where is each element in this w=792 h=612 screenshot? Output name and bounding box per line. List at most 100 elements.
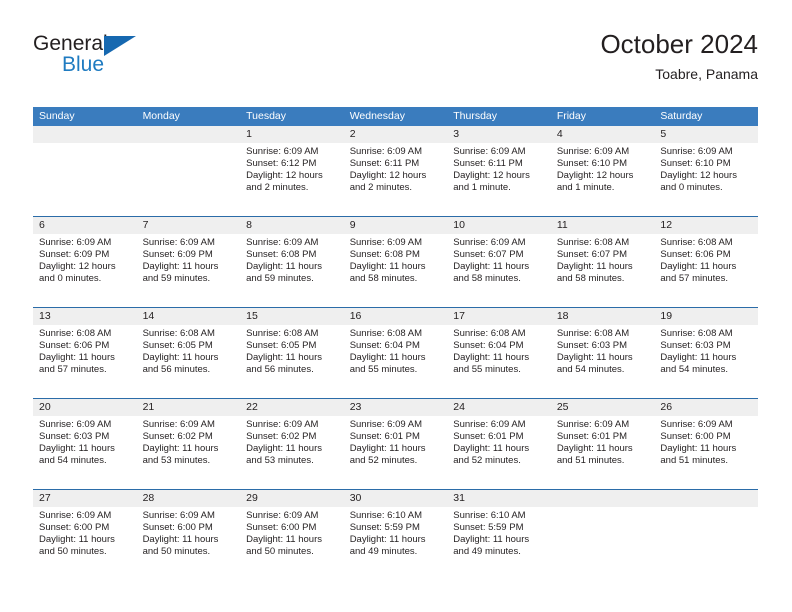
calendar-day-cell[interactable]: 20 Sunrise: 6:09 AM Sunset: 6:03 PM Dayligh… xyxy=(33,399,137,489)
day-detail-line: Sunset: 6:08 PM xyxy=(246,249,317,261)
day-detail-line: Sunset: 5:59 PM xyxy=(349,522,420,534)
day-detail-line: Sunrise: 6:09 AM xyxy=(246,146,319,157)
day-number: 31 xyxy=(447,490,551,507)
day-detail-line: Daylight: 12 hours xyxy=(39,261,116,273)
day-number: 28 xyxy=(136,490,241,507)
day-detail-line: Sunrise: 6:09 AM xyxy=(453,419,526,430)
day-number: 3 xyxy=(447,126,551,143)
day-number: 14 xyxy=(136,308,241,325)
day-number: 2 xyxy=(343,126,448,143)
day-detail-line: Sunrise: 6:09 AM xyxy=(142,237,215,248)
day-detail-line: Sunset: 6:05 PM xyxy=(246,340,317,352)
day-detail-line: Sunset: 6:09 PM xyxy=(39,249,110,261)
calendar-day-cell[interactable]: 12 Sunrise: 6:08 AM Sunset: 6:06 PM Dayligh… xyxy=(654,217,758,307)
day-detail-line: Daylight: 11 hours xyxy=(660,443,737,455)
calendar-day-cell[interactable]: 13 Sunrise: 6:08 AM Sunset: 6:06 PM Dayligh… xyxy=(33,308,137,398)
calendar-day-cell[interactable]: 3 Sunrise: 6:09 AM Sunset: 6:11 PM Daylight… xyxy=(447,126,551,216)
day-detail-line: Sunset: 6:00 PM xyxy=(246,522,317,534)
calendar-day-cell[interactable]: 10 Sunrise: 6:09 AM Sunset: 6:07 PM Dayligh… xyxy=(447,217,551,307)
day-detail-line: Sunset: 6:00 PM xyxy=(660,431,731,443)
calendar-day-cell[interactable]: 29 Sunrise: 6:09 AM Sunset: 6:00 PM Dayligh… xyxy=(240,490,344,580)
day-detail-line: Sunrise: 6:09 AM xyxy=(39,419,112,430)
day-detail-line: Sunrise: 6:09 AM xyxy=(142,419,215,430)
day-detail-line: Daylight: 11 hours xyxy=(660,352,737,364)
brand-logo[interactable]: General Blue xyxy=(33,32,253,90)
calendar-day-cell[interactable]: 2 Sunrise: 6:09 AM Sunset: 6:11 PM Daylight… xyxy=(343,126,448,216)
day-number: 9 xyxy=(343,217,448,234)
day-detail-line: Sunrise: 6:08 AM xyxy=(660,328,733,339)
weekday-header-friday: Friday xyxy=(556,110,586,122)
calendar-day-cell[interactable]: 28 Sunrise: 6:09 AM Sunset: 6:00 PM Dayligh… xyxy=(136,490,241,580)
calendar-day-cell[interactable]: 26 Sunrise: 6:09 AM Sunset: 6:00 PM Dayligh… xyxy=(654,399,758,489)
day-number: 19 xyxy=(654,308,758,325)
day-details: Sunrise: 6:09 AM Sunset: 6:01 PM Daylight:… xyxy=(551,416,655,467)
calendar-day-cell[interactable]: 19 Sunrise: 6:08 AM Sunset: 6:03 PM Dayligh… xyxy=(654,308,758,398)
day-detail-line: Sunrise: 6:08 AM xyxy=(453,328,526,339)
day-detail-line: and 59 minutes. xyxy=(246,273,314,285)
day-number: 29 xyxy=(240,490,344,507)
calendar-day-cell[interactable]: 6 Sunrise: 6:09 AM Sunset: 6:09 PM Daylight… xyxy=(33,217,137,307)
day-number: 1 xyxy=(240,126,344,143)
day-detail-line: and 50 minutes. xyxy=(246,546,314,558)
calendar-day-cell[interactable]: 17 Sunrise: 6:08 AM Sunset: 6:04 PM Dayligh… xyxy=(447,308,551,398)
day-detail-line: Sunset: 6:03 PM xyxy=(39,431,110,443)
day-number: 13 xyxy=(33,308,137,325)
day-number: 18 xyxy=(550,308,655,325)
day-detail-line: Sunrise: 6:09 AM xyxy=(246,237,319,248)
day-detail-line: Daylight: 11 hours xyxy=(349,352,426,364)
calendar-day-cell[interactable]: 31 Sunrise: 6:10 AM Sunset: 5:59 PM Dayligh… xyxy=(447,490,551,580)
calendar-week-row: 6 Sunrise: 6:09 AM Sunset: 6:09 PM Daylight… xyxy=(33,216,758,307)
weekday-header-tuesday: Tuesday xyxy=(246,110,287,122)
title-block: October 2024 Toabre, Panama xyxy=(600,28,758,84)
calendar-day-cell[interactable]: 21 Sunrise: 6:09 AM Sunset: 6:02 PM Dayligh… xyxy=(136,399,241,489)
calendar-week-row: 27 Sunrise: 6:09 AM Sunset: 6:00 PM Dayligh… xyxy=(33,489,758,580)
day-detail-line: Sunset: 6:11 PM xyxy=(349,158,420,170)
day-detail-line: Sunset: 6:10 PM xyxy=(660,158,731,170)
calendar-day-cell[interactable]: 4 Sunrise: 6:09 AM Sunset: 6:10 PM Daylight… xyxy=(550,126,655,216)
day-detail-line: Daylight: 11 hours xyxy=(453,352,530,364)
day-detail-line: and 54 minutes. xyxy=(660,364,728,376)
day-detail-line: Sunrise: 6:08 AM xyxy=(246,328,319,339)
day-detail-line: Sunset: 6:05 PM xyxy=(142,340,213,352)
calendar-day-cell[interactable]: 5 Sunrise: 6:09 AM Sunset: 6:10 PM Daylight… xyxy=(654,126,758,216)
calendar-day-cell[interactable]: 23 Sunrise: 6:09 AM Sunset: 6:01 PM Dayligh… xyxy=(343,399,448,489)
day-detail-line: Sunset: 5:59 PM xyxy=(453,522,524,534)
day-detail-line: Sunset: 6:06 PM xyxy=(39,340,110,352)
calendar-day-cell[interactable]: 7 Sunrise: 6:09 AM Sunset: 6:09 PM Daylight… xyxy=(136,217,241,307)
day-details: Sunrise: 6:09 AM Sunset: 6:10 PM Daylight:… xyxy=(654,143,758,194)
calendar-day-cell[interactable]: 15 Sunrise: 6:08 AM Sunset: 6:05 PM Dayligh… xyxy=(240,308,344,398)
day-detail-line: Sunset: 6:01 PM xyxy=(453,431,524,443)
calendar-day-cell[interactable]: 18 Sunrise: 6:08 AM Sunset: 6:03 PM Dayligh… xyxy=(550,308,655,398)
day-number: 26 xyxy=(654,399,758,416)
day-detail-line: Sunrise: 6:09 AM xyxy=(349,237,423,248)
calendar-week-row: 1 Sunrise: 6:09 AM Sunset: 6:12 PM Daylight… xyxy=(33,126,758,216)
day-detail-line: Sunrise: 6:09 AM xyxy=(556,146,630,157)
day-details: Sunrise: 6:08 AM Sunset: 6:03 PM Daylight:… xyxy=(654,325,758,376)
calendar-day-cell[interactable]: 27 Sunrise: 6:09 AM Sunset: 6:00 PM Dayligh… xyxy=(33,490,137,580)
day-detail-line: and 1 minute. xyxy=(556,182,615,194)
calendar-day-cell[interactable]: 8 Sunrise: 6:09 AM Sunset: 6:08 PM Daylight… xyxy=(240,217,344,307)
calendar-day-cell[interactable]: 11 Sunrise: 6:08 AM Sunset: 6:07 PM Dayligh… xyxy=(550,217,655,307)
calendar-day-cell[interactable]: 24 Sunrise: 6:09 AM Sunset: 6:01 PM Dayligh… xyxy=(447,399,551,489)
calendar-day-cell[interactable]: 14 Sunrise: 6:08 AM Sunset: 6:05 PM Dayligh… xyxy=(136,308,241,398)
weekday-header-thursday: Thursday xyxy=(453,110,498,122)
calendar-day-cell[interactable]: 1 Sunrise: 6:09 AM Sunset: 6:12 PM Daylight… xyxy=(240,126,344,216)
calendar-day-cell[interactable]: 25 Sunrise: 6:09 AM Sunset: 6:01 PM Dayligh… xyxy=(550,399,655,489)
calendar-day-cell[interactable]: 9 Sunrise: 6:09 AM Sunset: 6:08 PM Daylight… xyxy=(343,217,448,307)
day-detail-line: Daylight: 11 hours xyxy=(556,443,633,455)
day-detail-line: Sunrise: 6:09 AM xyxy=(142,510,215,521)
day-detail-line: Sunrise: 6:08 AM xyxy=(349,328,423,339)
weekday-header-row: Sunday Monday Tuesday Wednesday Thursday Frid… xyxy=(33,107,758,126)
day-details: Sunrise: 6:09 AM Sunset: 6:01 PM Daylight:… xyxy=(447,416,551,467)
day-details: Sunrise: 6:09 AM Sunset: 6:02 PM Daylight:… xyxy=(137,416,241,467)
day-detail-line: Sunset: 6:08 PM xyxy=(349,249,420,261)
day-number xyxy=(654,490,758,507)
day-details: Sunrise: 6:08 AM Sunset: 6:06 PM Daylight:… xyxy=(33,325,137,376)
calendar-day-cell[interactable]: 16 Sunrise: 6:08 AM Sunset: 6:04 PM Dayligh… xyxy=(343,308,448,398)
day-detail-line: Sunset: 6:01 PM xyxy=(349,431,420,443)
calendar-day-cell[interactable]: 30 Sunrise: 6:10 AM Sunset: 5:59 PM Dayligh… xyxy=(343,490,448,580)
day-details: Sunrise: 6:10 AM Sunset: 5:59 PM Daylight:… xyxy=(344,507,448,558)
day-detail-line: Sunset: 6:09 PM xyxy=(142,249,213,261)
weekday-header-monday: Monday xyxy=(142,110,180,122)
calendar-day-cell[interactable]: 22 Sunrise: 6:09 AM Sunset: 6:02 PM Dayligh… xyxy=(240,399,344,489)
